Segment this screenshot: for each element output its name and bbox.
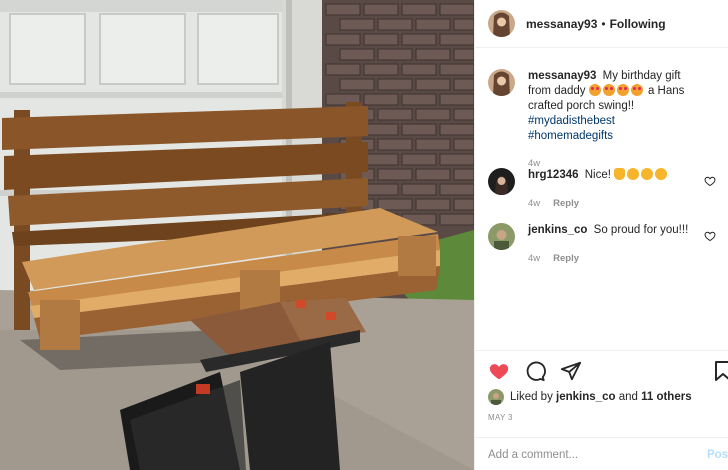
add-comment-input[interactable] xyxy=(488,448,688,461)
porch-swing-photo xyxy=(0,0,474,470)
comment-time[interactable]: 4w xyxy=(528,251,540,266)
post-actions: Liked by jenkins_co and 11 others MAY 3 … xyxy=(475,350,728,470)
thumbs-up-emoji-icon xyxy=(614,168,626,180)
comment-text: hrg12346 Nice! 4w Reply xyxy=(528,168,700,211)
heart-filled-icon[interactable] xyxy=(488,360,510,382)
caption-emojis xyxy=(588,84,645,97)
comment-meta: 4w Reply xyxy=(528,251,700,266)
comment-username[interactable]: jenkins_co xyxy=(528,224,587,236)
bookmark-icon[interactable] xyxy=(713,360,728,382)
paper-plane-icon[interactable] xyxy=(560,360,582,382)
action-icons xyxy=(488,360,582,382)
author-username[interactable]: messanay93 xyxy=(526,17,597,31)
commenter-avatar[interactable] xyxy=(488,168,515,195)
post-comment-button[interactable]: Post xyxy=(707,449,728,461)
comment-body: So proud for you!!! xyxy=(593,224,689,236)
star-struck-emoji-icon xyxy=(630,84,643,96)
likes-summary[interactable]: Liked by jenkins_co and 11 others xyxy=(488,389,692,405)
star-struck-emoji-icon xyxy=(602,84,615,96)
reply-button[interactable]: Reply xyxy=(553,196,579,211)
likes-others[interactable]: 11 others xyxy=(641,391,692,403)
comment-item: jenkins_co So proud for you!!! 4w Reply xyxy=(488,223,724,266)
surprised-emoji-icon xyxy=(641,168,654,180)
likes-user[interactable]: jenkins_co xyxy=(556,391,615,403)
comment-bubble-icon[interactable] xyxy=(524,360,546,382)
post-date[interactable]: MAY 3 xyxy=(488,413,513,422)
caption-item: messanay93 My birthday gift from daddy a… xyxy=(488,69,724,171)
smile-emoji-icon xyxy=(655,168,668,180)
likes-joiner: and xyxy=(618,391,638,403)
liker-avatar xyxy=(488,389,504,405)
comment-time[interactable]: 4w xyxy=(528,196,540,211)
commenter-avatar[interactable] xyxy=(488,223,515,250)
smile-emoji-icon xyxy=(627,168,640,180)
following-button[interactable]: Following xyxy=(610,17,666,31)
comment-emojis xyxy=(614,168,669,181)
comments-list[interactable]: messanay93 My birthday gift from daddy a… xyxy=(475,49,728,349)
post-photo[interactable] xyxy=(0,0,474,470)
hashtag-link[interactable]: #homemadegifts xyxy=(528,130,613,142)
star-struck-emoji-icon xyxy=(616,84,629,96)
post-side-panel: messanay93 • Following messanay93 My bir… xyxy=(474,0,728,470)
comment-item: hrg12346 Nice! 4w Reply xyxy=(488,168,724,211)
post-header: messanay93 • Following xyxy=(475,0,728,48)
caption-text: messanay93 My birthday gift from daddy a… xyxy=(528,69,700,171)
likes-prefix: Liked by xyxy=(510,391,553,403)
comment-like-heart-icon[interactable] xyxy=(704,230,716,242)
caption-avatar[interactable] xyxy=(488,69,515,96)
author-avatar[interactable] xyxy=(488,10,515,37)
header-separator: • xyxy=(601,16,606,31)
comment-body: Nice! xyxy=(584,169,611,181)
comment-text: jenkins_co So proud for you!!! 4w Reply xyxy=(528,223,700,266)
reply-button[interactable]: Reply xyxy=(553,251,579,266)
add-comment-bar: Post xyxy=(475,437,728,470)
comment-like-heart-icon[interactable] xyxy=(704,175,716,187)
comment-username[interactable]: hrg12346 xyxy=(528,169,579,181)
comment-meta: 4w Reply xyxy=(528,196,700,211)
caption-username[interactable]: messanay93 xyxy=(528,70,596,82)
hashtag-link[interactable]: #mydadisthebest xyxy=(528,115,615,127)
star-struck-emoji-icon xyxy=(588,84,601,96)
